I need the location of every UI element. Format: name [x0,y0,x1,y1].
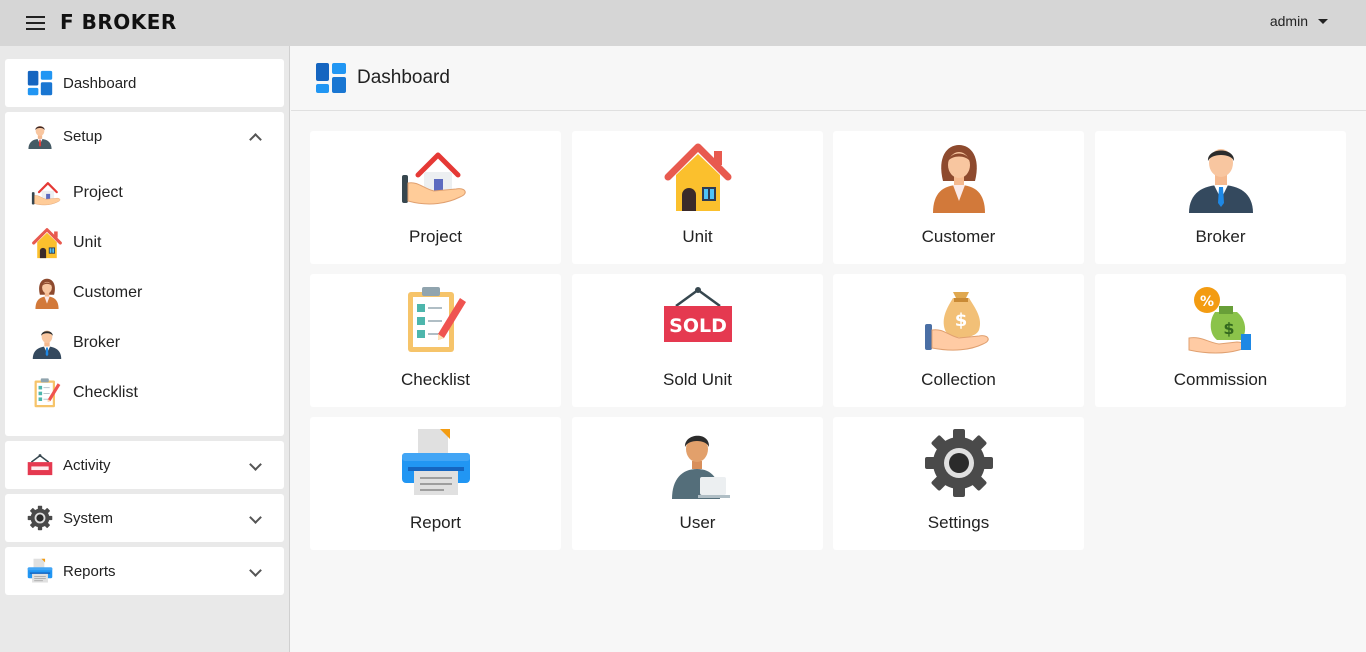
tile-broker[interactable]: Broker [1095,131,1346,264]
tile-label: Checklist [401,370,470,389]
page-header: Dashboard [291,46,1366,111]
sidebar-group-setup: Setup Project Unit Customer Broker Check… [5,112,284,436]
tile-label: Report [409,513,462,532]
house-hand-icon [31,177,63,209]
sidebar-subitem-checklist[interactable]: Checklist [5,368,284,418]
tile-commission[interactable]: Commission [1095,274,1346,407]
sold-sign-icon [27,452,53,478]
sidebar-subitem-unit[interactable]: Unit [5,218,284,268]
sidebar-item-label: Dashboard [63,74,137,92]
sidebar-item-label: System [63,509,114,527]
sidebar-subitem-customer[interactable]: Customer [5,268,284,318]
businessman-icon [31,327,63,359]
dashboard-icon [315,62,347,94]
tile-label: Customer [921,227,996,246]
tile-project[interactable]: Project [310,131,561,264]
chevron-down-icon[interactable] [249,511,262,524]
page-title: Dashboard [357,67,450,88]
chevron-down-icon[interactable] [249,564,262,577]
caret-down-icon [1318,18,1328,24]
money-bag-hand-icon [923,284,995,356]
house-icon [662,141,734,213]
woman-icon [31,277,63,309]
sidebar-subitem-label: Unit [73,234,102,251]
gear-icon [923,427,995,499]
tile-label: Broker [1195,227,1246,246]
tile-label: User [679,513,716,532]
tile-customer[interactable]: Customer [833,131,1084,264]
sidebar-subitem-label: Checklist [73,384,138,401]
manager-icon [27,123,53,149]
checklist-icon [31,377,63,409]
user-name: admin [1269,13,1308,29]
gear-icon [27,505,53,531]
tile-report[interactable]: Report [310,417,561,550]
sidebar-item-setup[interactable]: Setup [5,112,284,160]
tile-checklist[interactable]: Checklist [310,274,561,407]
tile-label: Unit [682,227,713,246]
user-menu[interactable]: admin [1270,13,1328,29]
tile-label: Sold Unit [663,370,732,389]
sidebar-subitem-label: Customer [73,284,143,301]
printer-icon [27,558,53,584]
sidebar-item-label: Reports [63,562,116,580]
commission-icon [1185,284,1257,356]
sidebar-item-label: Setup [63,127,103,145]
sidebar-subitem-project[interactable]: Project [5,168,284,218]
logo-text: F BROKER [60,10,177,34]
user-laptop-icon [662,427,734,499]
tile-user[interactable]: User [572,417,823,550]
sidebar-subitem-broker[interactable]: Broker [5,318,284,368]
sidebar-item-label: Activity [63,456,111,474]
checklist-icon [400,284,472,356]
sold-sign-text: SOLD [669,315,727,337]
sidebar-subitem-label: Project [73,184,123,201]
tile-collection[interactable]: Collection [833,274,1084,407]
app-logo[interactable]: F BROKER [60,8,177,36]
hamburger-menu-icon[interactable] [26,16,45,30]
sidebar-item-reports[interactable]: Reports [5,547,284,595]
house-icon [31,227,63,259]
chevron-up-icon[interactable] [249,133,262,146]
dashboard-icon [27,70,53,96]
tile-label: Project [409,227,462,246]
tile-label: Commission [1173,370,1268,389]
businessman-icon [1185,141,1257,213]
main-content: Dashboard Project Unit Customer Broker C… [291,46,1366,652]
sidebar-item-system[interactable]: System [5,494,284,542]
sidebar-subitem-label: Broker [73,334,121,351]
tile-label: Collection [921,370,996,389]
tile-unit[interactable]: Unit [572,131,823,264]
chevron-down-icon[interactable] [249,458,262,471]
sidebar: Dashboard Setup Project Unit Customer Br… [0,46,290,652]
printer-icon [400,427,472,499]
tile-sold-unit[interactable]: SOLD Sold Unit [572,274,823,407]
house-hand-icon [400,141,472,213]
sold-sign-icon: SOLD [664,287,732,342]
tile-label: Settings [927,513,990,532]
woman-icon [923,141,995,213]
top-navbar: F BROKER admin [0,0,1366,46]
sidebar-item-dashboard[interactable]: Dashboard [5,59,284,107]
tile-settings[interactable]: Settings [833,417,1084,550]
sidebar-item-activity[interactable]: Activity [5,441,284,489]
